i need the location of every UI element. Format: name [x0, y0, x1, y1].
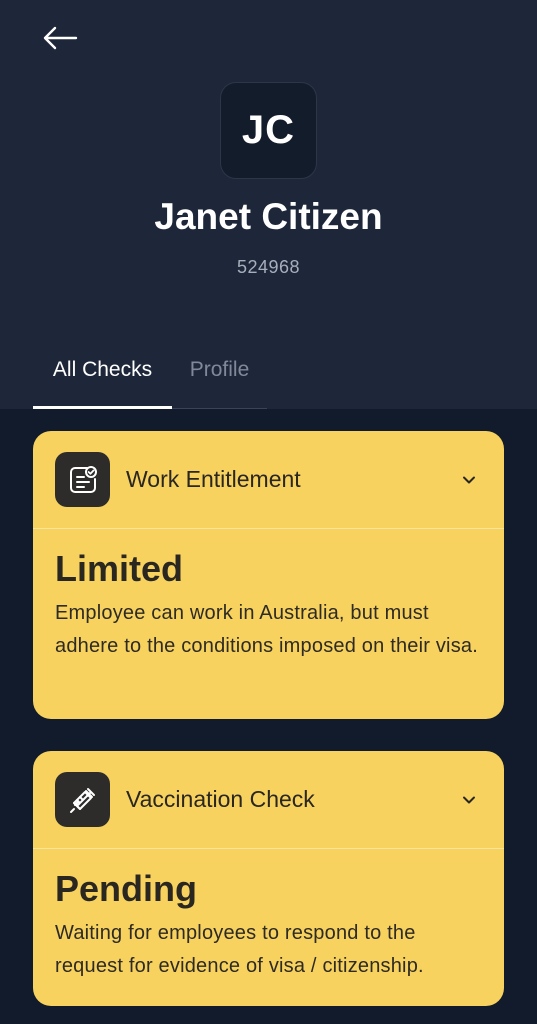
card-title: Vaccination Check	[126, 786, 315, 812]
arrow-left-icon	[43, 26, 78, 50]
check-status: Limited	[55, 548, 184, 589]
card-header[interactable]: Vaccination Check	[33, 751, 504, 849]
chevron-down-icon[interactable]	[456, 467, 482, 493]
tab-bar: All Checks Profile	[33, 352, 267, 409]
card-title: Work Entitlement	[126, 466, 301, 492]
tab-all-checks[interactable]: All Checks	[33, 352, 172, 409]
back-button[interactable]	[36, 18, 84, 58]
check-description: Employee can work in Australia, but must…	[55, 602, 478, 657]
tab-profile[interactable]: Profile	[172, 352, 267, 409]
check-card-work-entitlement: Work Entitlement Limited Employee can wo…	[33, 431, 504, 719]
check-card-vaccination: Vaccination Check Pending Waiting for em…	[33, 751, 504, 1006]
check-description: Waiting for employees to respond to the …	[55, 922, 424, 977]
employee-id: 524968	[236, 257, 301, 277]
syringe-icon	[55, 772, 110, 827]
employee-name: Janet Citizen	[154, 196, 383, 237]
profile-header: JC Janet Citizen 524968 All Checks Profi…	[0, 0, 537, 409]
card-header[interactable]: Work Entitlement	[33, 431, 504, 529]
chevron-down-icon[interactable]	[456, 787, 482, 813]
document-check-icon	[55, 452, 110, 507]
check-status: Pending	[55, 868, 197, 909]
avatar: JC	[220, 82, 317, 179]
